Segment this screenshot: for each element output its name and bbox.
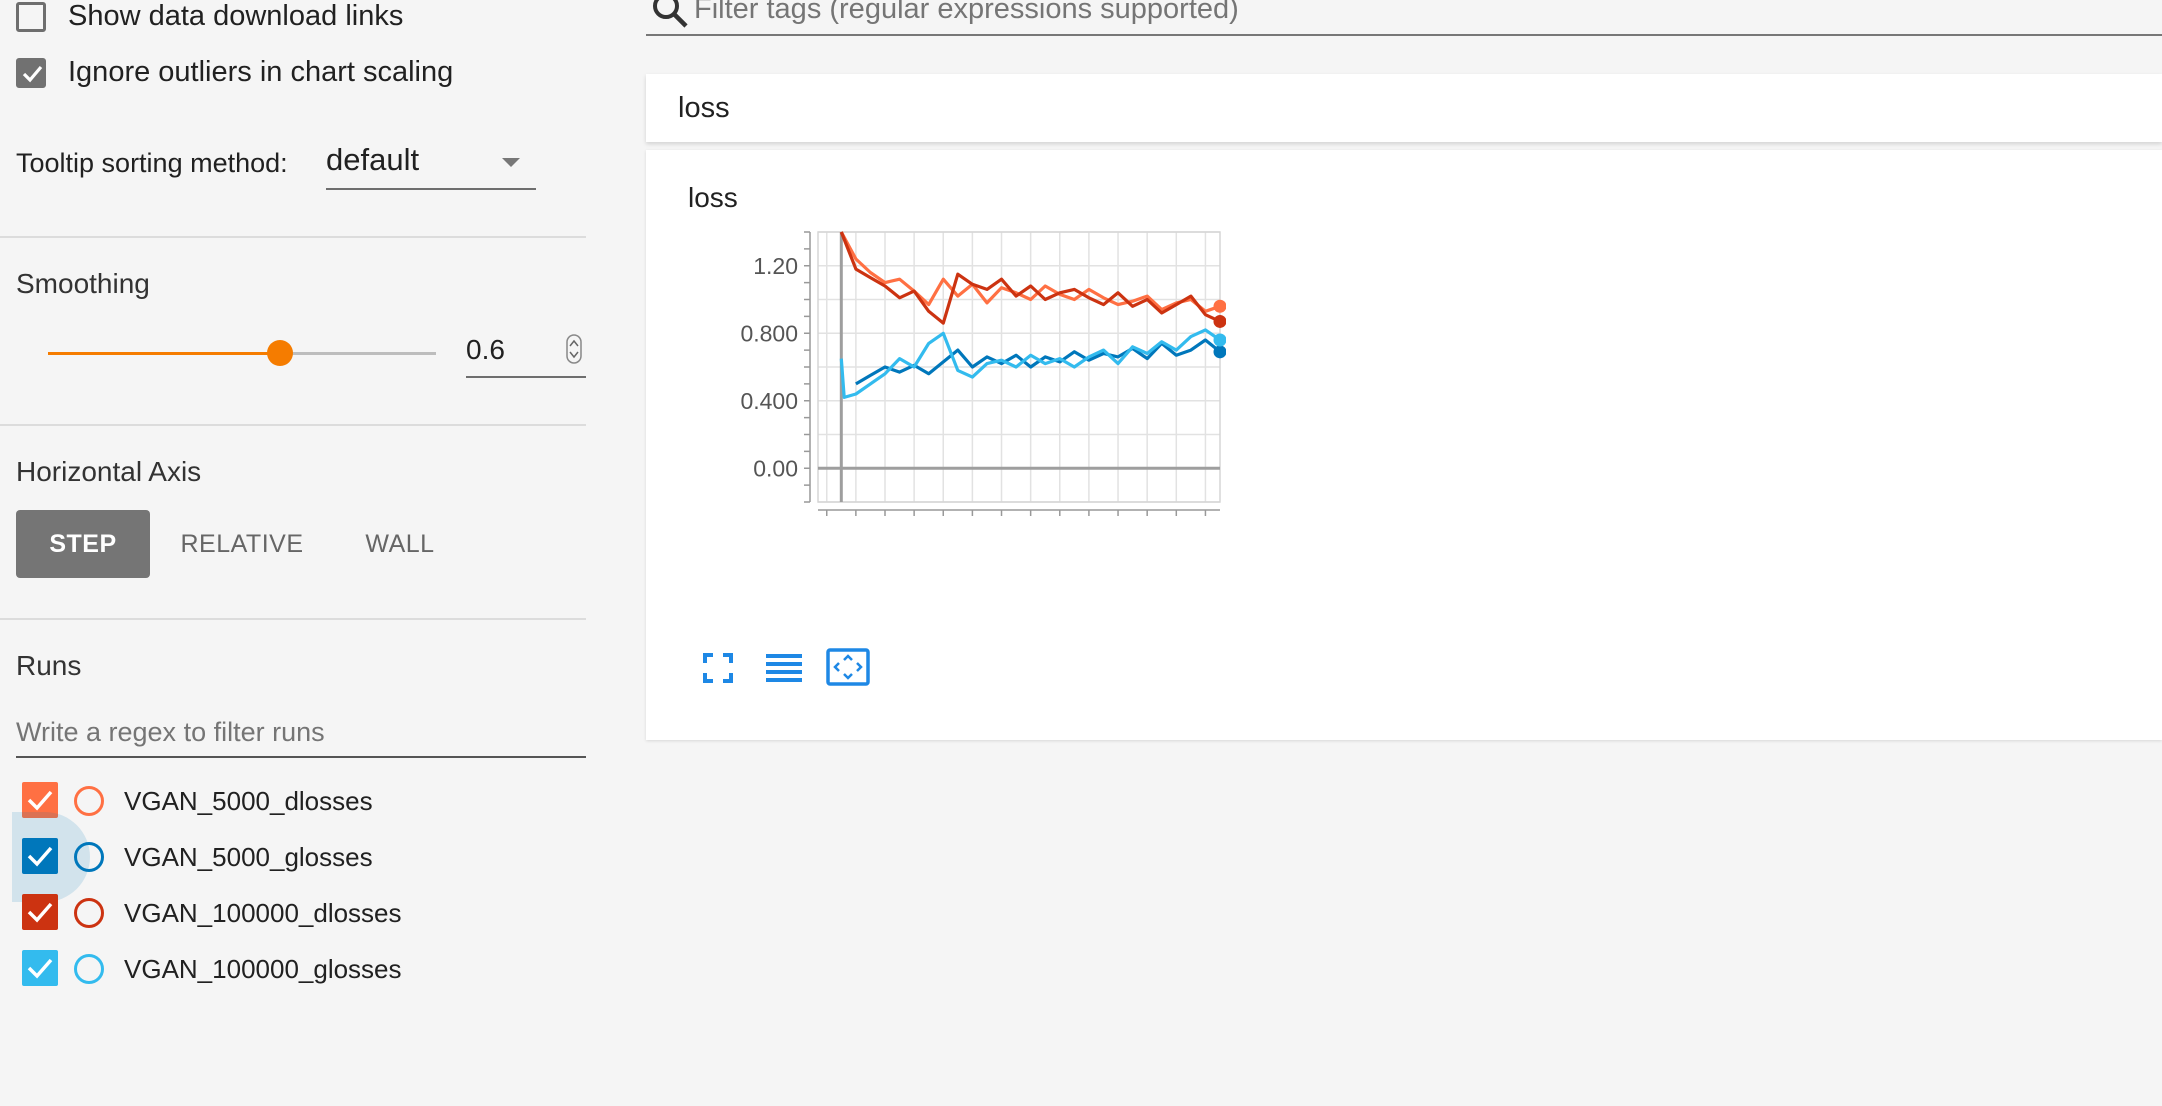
series-end-point [1213, 314, 1226, 328]
divider [0, 236, 586, 238]
axis-wall-button[interactable]: WALL [340, 510, 460, 578]
axis-step-button[interactable]: STEP [16, 510, 150, 578]
run-checkbox[interactable] [22, 838, 58, 874]
y-tick-label: 0.800 [740, 320, 798, 346]
tooltip-sorting-label: Tooltip sorting method: [16, 148, 288, 178]
run-item[interactable]: VGAN_100000_glosses [22, 946, 582, 996]
run-color-radio[interactable] [74, 954, 104, 984]
main-area: loss loss 0.0001.500k3.000k4.500k6.000k0… [640, 0, 2162, 1106]
ignore-outliers-label: Ignore outliers in chart scaling [68, 56, 454, 88]
chart-card-title: loss [688, 182, 738, 213]
category-title: loss [678, 92, 730, 124]
run-color-radio[interactable] [74, 842, 104, 872]
smoothing-title: Smoothing [16, 268, 150, 299]
checkmark-icon [27, 902, 53, 923]
runs-filter-input[interactable] [16, 708, 586, 758]
show-download-links-label: Show data download links [68, 0, 404, 32]
ignore-outliers-checkbox[interactable] [16, 58, 46, 88]
chart-card: loss 0.0001.500k3.000k4.500k6.000k0.000.… [646, 150, 2162, 740]
run-checkbox[interactable] [22, 894, 58, 930]
run-item[interactable]: VGAN_100000_dlosses [22, 890, 582, 940]
tooltip-sorting-value: default [326, 142, 420, 177]
tag-filter-underline [646, 34, 2162, 36]
checkmark-icon [27, 958, 53, 979]
smoothing-input[interactable]: 0.6 [466, 330, 586, 378]
run-label: VGAN_100000_dlosses [124, 898, 402, 928]
run-item[interactable]: VGAN_5000_glosses [22, 834, 582, 884]
fullscreen-icon[interactable] [702, 652, 734, 684]
show-download-links-checkbox[interactable] [16, 2, 46, 32]
smoothing-value: 0.6 [466, 334, 505, 365]
slider-fill [48, 352, 281, 355]
y-tick-label: 0.400 [740, 388, 798, 414]
run-label: VGAN_100000_glosses [124, 954, 402, 984]
horizontal-axis-title: Horizontal Axis [16, 456, 202, 487]
fit-domain-icon[interactable] [826, 648, 870, 686]
tooltip-sorting-dropdown[interactable]: default [326, 140, 536, 190]
loss-chart[interactable]: 0.0001.500k3.000k4.500k6.000k0.000.4000.… [686, 220, 1226, 520]
series-end-point [1213, 345, 1226, 359]
y-tick-label: 0.00 [753, 455, 798, 481]
run-color-radio[interactable] [74, 898, 104, 928]
run-label: VGAN_5000_glosses [124, 842, 373, 872]
y-tick-label: 1.20 [753, 253, 798, 279]
checkmark-icon [27, 790, 53, 811]
category-header[interactable]: loss [646, 74, 2162, 142]
run-label: VGAN_5000_dlosses [124, 786, 373, 816]
axis-relative-button[interactable]: RELATIVE [170, 510, 314, 578]
divider [0, 618, 586, 620]
dropdown-arrow-icon [502, 158, 520, 167]
divider [0, 424, 586, 426]
run-checkbox[interactable] [22, 950, 58, 986]
spinner-icon[interactable] [566, 334, 582, 364]
checkmark-icon [22, 65, 43, 83]
checkmark-icon [27, 846, 53, 867]
smoothing-slider[interactable] [48, 336, 436, 372]
sidebar: Show data download links Ignore outliers… [0, 0, 590, 1106]
runs-title: Runs [16, 650, 82, 681]
series-line [855, 338, 1222, 386]
series-end-point [1213, 333, 1226, 347]
search-icon [653, 0, 688, 28]
run-color-radio[interactable] [74, 786, 104, 816]
slider-knob[interactable] [267, 340, 293, 366]
tag-filter-input[interactable] [694, 0, 2162, 34]
run-item[interactable]: VGAN_5000_dlosses [22, 778, 582, 828]
series-end-point [1213, 299, 1226, 313]
data-table-icon[interactable] [764, 652, 804, 684]
